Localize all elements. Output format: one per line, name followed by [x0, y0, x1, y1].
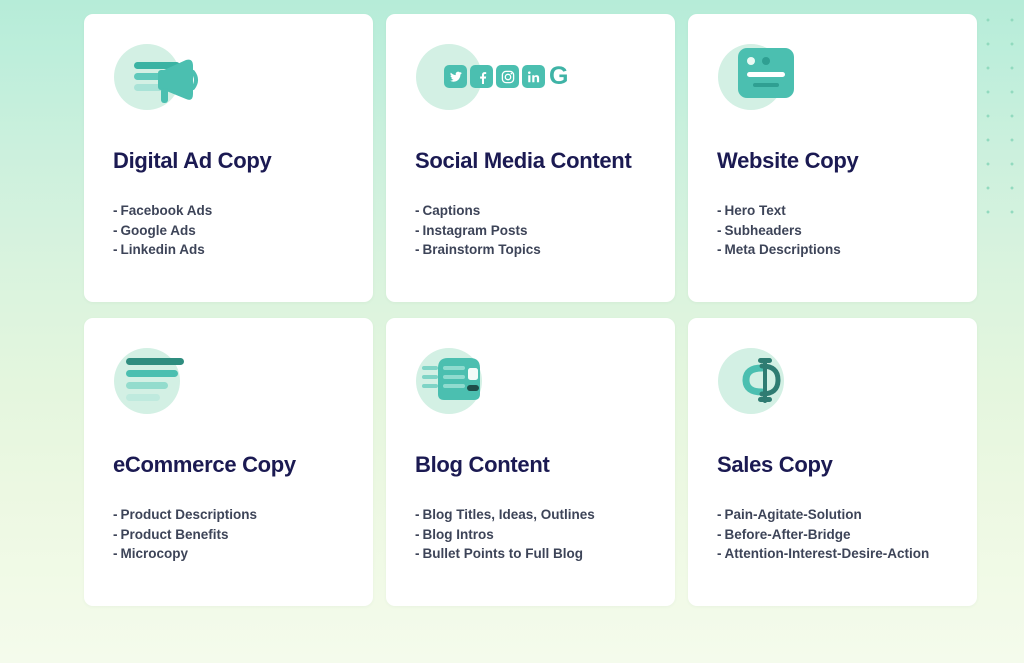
card-bullet-list: - Hero Text - Subheaders - Meta Description… — [717, 201, 949, 260]
list-item-label: Facebook Ads — [120, 203, 213, 219]
card-website-copy[interactable]: Website Copy - Hero Text - Subheaders - Met… — [688, 14, 977, 302]
newspaper-icon — [422, 352, 492, 411]
list-item: - Hero Text — [717, 201, 949, 221]
linkedin-icon — [522, 65, 545, 88]
list-item-label: Before-After-Bridge — [724, 526, 851, 542]
list-item-label: Attention-Interest-Desire-Action — [724, 546, 930, 562]
list-item: - Microcopy — [113, 544, 345, 564]
bullet-marker: - — [717, 507, 722, 523]
icon-area — [114, 42, 345, 134]
list-item-label: Google Ads — [120, 222, 196, 238]
list-item-label: Captions — [422, 203, 481, 219]
list-item-label: Meta Descriptions — [724, 242, 841, 258]
bullet-marker: - — [415, 526, 420, 542]
list-item-label: Linkedin Ads — [120, 242, 205, 258]
list-item: - Before-After-Bridge — [717, 525, 949, 545]
google-icon: G — [549, 62, 569, 90]
list-item-label: Microcopy — [120, 546, 189, 562]
list-item-label: Pain-Agitate-Solution — [724, 507, 862, 523]
list-item: - Bullet Points to Full Blog — [415, 544, 647, 564]
icon-area — [718, 42, 949, 134]
card-social-media-content[interactable]: G Social Media Content - Captions - Instag… — [386, 14, 675, 302]
list-item: - Pain-Agitate-Solution — [717, 505, 949, 525]
bullet-marker: - — [717, 526, 722, 542]
card-bullet-list: - Captions - Instagram Posts - Brainstorm T… — [415, 201, 647, 260]
list-item-label: Bullet Points to Full Blog — [422, 546, 583, 562]
list-item: - Blog Titles, Ideas, Outlines — [415, 505, 647, 525]
bullet-marker: - — [717, 222, 722, 238]
bullet-marker: - — [717, 546, 722, 562]
list-item: - Google Ads — [113, 221, 345, 241]
bullet-marker: - — [415, 203, 420, 219]
twitter-icon — [444, 65, 467, 88]
list-item: - Facebook Ads — [113, 201, 345, 221]
card-sales-copy[interactable]: Sales Copy - Pain-Agitate-Solution - Befor… — [688, 318, 977, 606]
icon-area — [416, 346, 647, 438]
bullet-marker: - — [113, 526, 118, 542]
icon-area: G — [416, 42, 647, 134]
list-item: - Brainstorm Topics — [415, 240, 647, 260]
list-item: - Linkedin Ads — [113, 240, 345, 260]
bullet-marker: - — [415, 222, 420, 238]
list-item-label: Product Descriptions — [120, 507, 258, 523]
card-title: eCommerce Copy — [113, 452, 296, 477]
list-item: - Subheaders — [717, 221, 949, 241]
bullet-marker: - — [113, 222, 118, 238]
card-title: Sales Copy — [717, 452, 833, 477]
dollar-sign-icon — [732, 354, 794, 413]
icon-area — [114, 346, 345, 438]
bullet-marker: - — [415, 242, 420, 258]
bullet-marker: - — [113, 507, 118, 523]
card-bullet-list: - Blog Titles, Ideas, Outlines - Blog Intr… — [415, 505, 647, 564]
list-item: - Product Benefits — [113, 525, 345, 545]
list-item-label: Subheaders — [724, 222, 802, 238]
instagram-icon — [496, 65, 519, 88]
bullet-marker: - — [113, 546, 118, 562]
bullet-marker: - — [717, 203, 722, 219]
card-title: Social Media Content — [415, 148, 632, 173]
list-item-label: Brainstorm Topics — [422, 242, 541, 258]
list-item: - Attention-Interest-Desire-Action — [717, 544, 949, 564]
card-blog-content[interactable]: Blog Content - Blog Titles, Ideas, Outlin… — [386, 318, 675, 606]
card-title: Blog Content — [415, 452, 550, 477]
text-lines-icon — [126, 358, 190, 409]
card-title: Website Copy — [717, 148, 859, 173]
card-bullet-list: - Product Descriptions - Product Benefits … — [113, 505, 345, 564]
list-item-label: Instagram Posts — [422, 222, 528, 238]
list-item-label: Blog Intros — [422, 526, 494, 542]
icon-area — [718, 346, 949, 438]
list-item: - Instagram Posts — [415, 221, 647, 241]
list-item: - Captions — [415, 201, 647, 221]
list-item: - Product Descriptions — [113, 505, 345, 525]
bullet-marker: - — [113, 242, 118, 258]
bullet-marker: - — [415, 507, 420, 523]
list-item-label: Product Benefits — [120, 526, 229, 542]
megaphone-icon — [124, 50, 200, 117]
feature-card-grid: Digital Ad Copy - Facebook Ads - Google Ad… — [84, 14, 977, 606]
list-item: - Blog Intros — [415, 525, 647, 545]
card-bullet-list: - Pain-Agitate-Solution - Before-After-Bri… — [717, 505, 949, 564]
list-item-label: Hero Text — [724, 203, 786, 219]
list-item-label: Blog Titles, Ideas, Outlines — [422, 507, 595, 523]
card-digital-ad-copy[interactable]: Digital Ad Copy - Facebook Ads - Google Ad… — [84, 14, 373, 302]
browser-window-icon — [736, 46, 798, 107]
card-title: Digital Ad Copy — [113, 148, 272, 173]
social-networks-icon: G — [444, 64, 568, 89]
bullet-marker: - — [113, 203, 118, 219]
facebook-icon — [470, 65, 493, 88]
card-ecommerce-copy[interactable]: eCommerce Copy - Product Descriptions - Pr… — [84, 318, 373, 606]
bullet-marker: - — [415, 546, 420, 562]
bullet-marker: - — [717, 242, 722, 258]
list-item: - Meta Descriptions — [717, 240, 949, 260]
card-bullet-list: - Facebook Ads - Google Ads - Linkedin Ads — [113, 201, 345, 260]
